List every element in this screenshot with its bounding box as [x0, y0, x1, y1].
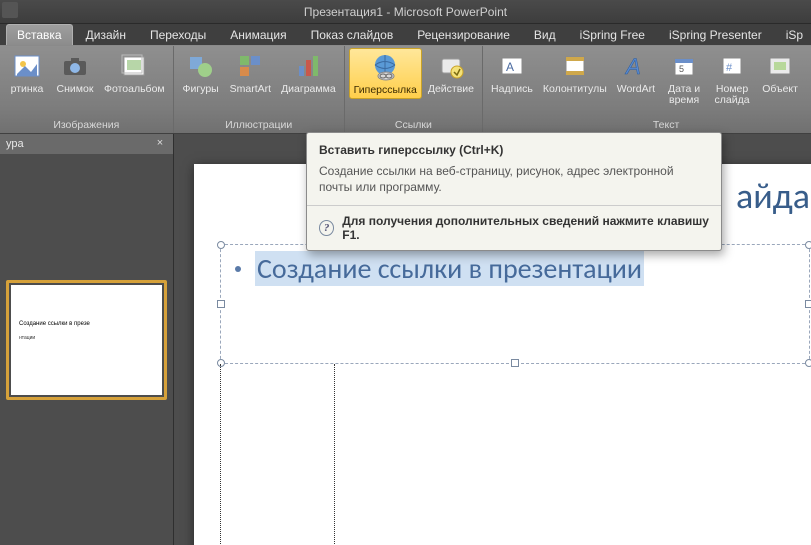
camera-icon — [59, 50, 91, 82]
smartart-icon — [234, 50, 266, 82]
resize-handle[interactable] — [511, 359, 519, 367]
panel-tabs: ура × — [0, 134, 173, 154]
tab-insert[interactable]: Вставка — [6, 24, 73, 45]
object-button[interactable]: Объект — [757, 48, 803, 97]
shapes-button[interactable]: Фигуры — [178, 48, 224, 97]
tab-review[interactable]: Рецензирование — [406, 24, 521, 45]
action-button[interactable]: Действие — [424, 48, 478, 97]
resize-handle[interactable] — [217, 300, 225, 308]
guide-line — [334, 364, 335, 545]
globe-link-icon — [369, 51, 401, 83]
thumbnail-list[interactable]: Создание ссылки в презе нтации — [0, 154, 173, 545]
guide-line — [220, 364, 221, 545]
resize-handle[interactable] — [805, 300, 811, 308]
picture-icon — [11, 50, 43, 82]
chart-button[interactable]: Диаграмма — [277, 48, 340, 97]
resize-handle[interactable] — [217, 359, 225, 367]
tab-view[interactable]: Вид — [523, 24, 567, 45]
textbox-button[interactable]: A Надпись — [487, 48, 537, 97]
slidenumber-button[interactable]: # Номерслайда — [709, 48, 755, 108]
svg-text:#: # — [726, 62, 733, 74]
photoalbum-button[interactable]: Фотоальбом — [100, 48, 169, 97]
object-icon — [764, 50, 796, 82]
group-links-label: Ссылки — [349, 118, 478, 132]
svg-text:5: 5 — [679, 64, 684, 74]
body-placeholder[interactable]: Создание ссылки в презентации — [220, 244, 810, 364]
album-icon — [118, 50, 150, 82]
resize-handle[interactable] — [805, 241, 811, 249]
quick-access-toolbar — [2, 2, 20, 18]
group-links: Гиперссылка Действие Ссылки — [345, 46, 483, 133]
hyperlink-button[interactable]: Гиперссылка — [349, 48, 422, 99]
group-text-label: Текст — [487, 118, 811, 132]
formula-button[interactable]: π Форм — [805, 48, 811, 97]
chart-icon — [292, 50, 324, 82]
screenshot-button[interactable]: Снимок — [52, 48, 98, 97]
action-icon — [435, 50, 467, 82]
headerfooter-icon — [559, 50, 591, 82]
textbox-icon: A — [496, 50, 528, 82]
panel-close-icon[interactable]: × — [153, 137, 167, 151]
help-icon: ? — [319, 220, 334, 236]
tooltip-title: Вставить гиперссылку (Ctrl+K) — [307, 133, 721, 163]
tab-ispring-free[interactable]: iSpring Free — [569, 24, 656, 45]
tooltip-body: Создание ссылки на веб-страницу, рисунок… — [307, 163, 721, 205]
slides-panel: ура × Создание ссылки в презе нтации — [0, 134, 174, 545]
group-images: ртинка Снимок Фотоальбом Изображения — [0, 46, 174, 133]
tab-ispring-cut[interactable]: iSp — [775, 24, 811, 45]
tab-slideshow[interactable]: Показ слайдов — [300, 24, 405, 45]
datetime-button[interactable]: 5 Дата ивремя — [661, 48, 707, 108]
group-illustrations-label: Иллюстрации — [178, 118, 340, 132]
qat-dropdown-icon[interactable] — [2, 2, 18, 18]
svg-text:A: A — [506, 60, 514, 74]
tab-transitions[interactable]: Переходы — [139, 24, 217, 45]
svg-text:A: A — [624, 54, 641, 79]
number-icon: # — [716, 50, 748, 82]
panel-tab-outline[interactable]: ура — [6, 138, 24, 150]
shapes-icon — [185, 50, 217, 82]
picture-button[interactable]: ртинка — [4, 48, 50, 97]
wordart-icon: A — [620, 50, 652, 82]
window-title: Презентация1 - Microsoft PowerPoint — [304, 5, 507, 19]
titlebar: Презентация1 - Microsoft PowerPoint — [0, 0, 811, 24]
wordart-button[interactable]: A WordArt — [613, 48, 659, 97]
hyperlink-tooltip: Вставить гиперссылку (Ctrl+K) Создание с… — [306, 132, 722, 251]
resize-handle[interactable] — [217, 241, 225, 249]
bullet-icon — [235, 266, 241, 272]
slide-thumbnail-1[interactable]: Создание ссылки в презе нтации — [6, 280, 167, 400]
tab-animation[interactable]: Анимация — [219, 24, 297, 45]
calendar-icon: 5 — [668, 50, 700, 82]
tab-design[interactable]: Дизайн — [75, 24, 137, 45]
bullet-item[interactable]: Создание ссылки в презентации — [221, 245, 809, 292]
group-images-label: Изображения — [4, 118, 169, 132]
headerfooter-button[interactable]: Колонтитулы — [539, 48, 611, 97]
tooltip-help: ? Для получения дополнительных сведений … — [307, 205, 721, 250]
group-illustrations: Фигуры SmartArt Диаграмма Иллюстрации — [174, 46, 345, 133]
smartart-button[interactable]: SmartArt — [226, 48, 275, 97]
group-text: A Надпись Колонтитулы A WordArt 5 — [483, 46, 811, 133]
resize-handle[interactable] — [805, 359, 811, 367]
bullet-text[interactable]: Создание ссылки в презентации — [255, 251, 644, 286]
ribbon-tabs: Вставка Дизайн Переходы Анимация Показ с… — [0, 24, 811, 46]
tab-ispring-presenter[interactable]: iSpring Presenter — [658, 24, 773, 45]
ribbon: ртинка Снимок Фотоальбом Изображения — [0, 46, 811, 134]
